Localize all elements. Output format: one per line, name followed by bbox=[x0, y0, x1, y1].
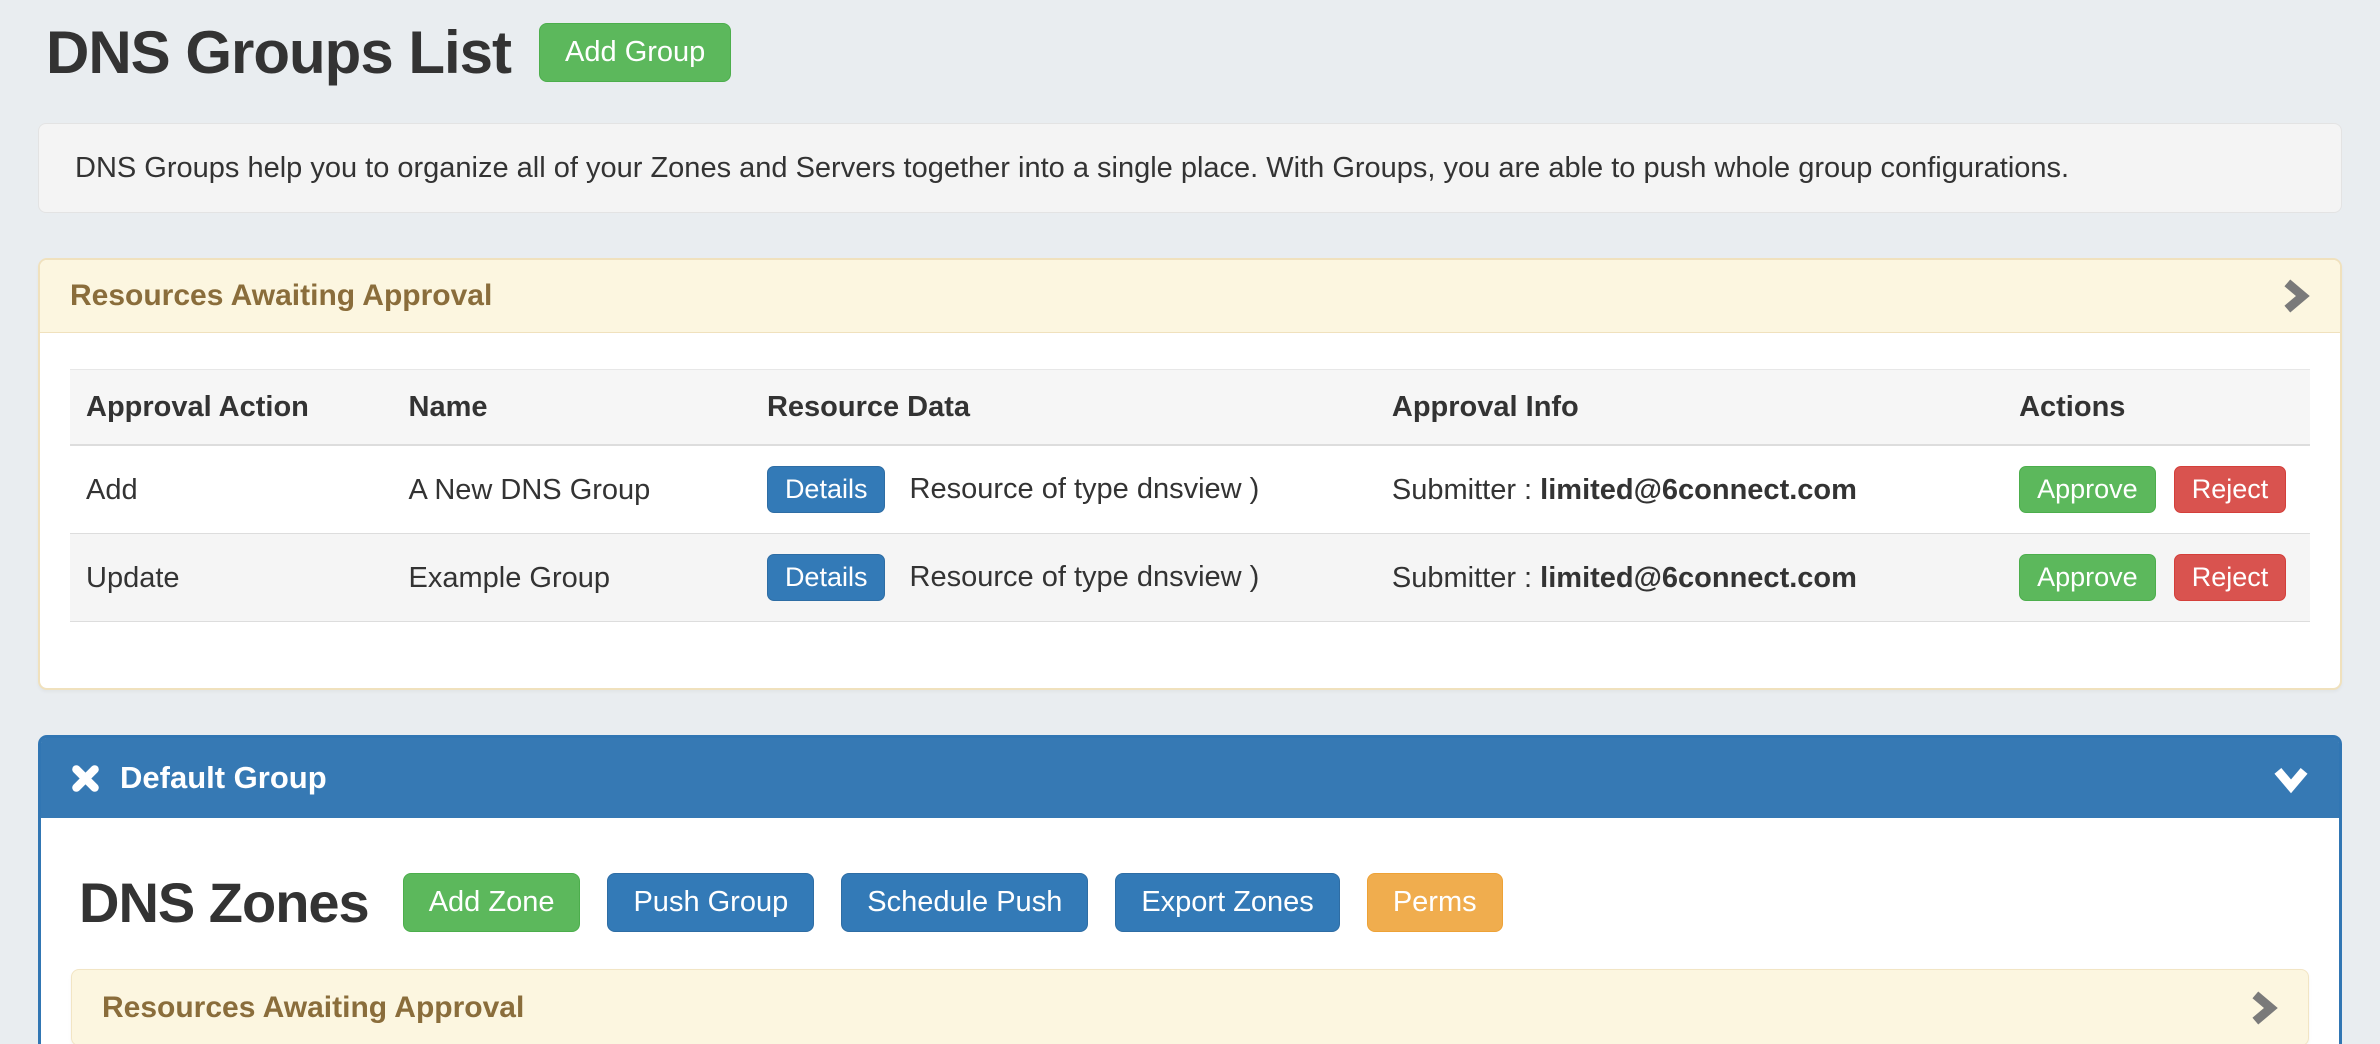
approval-info-cell: Submitter : limited@6connect.com bbox=[1376, 445, 2003, 534]
default-group-panel: Default Group DNS Zones Add Zone Push Gr… bbox=[38, 735, 2342, 1044]
column-header-actions: Actions bbox=[2003, 370, 2310, 446]
add-group-button[interactable]: Add Group bbox=[539, 23, 731, 82]
zones-approval-bar-title: Resources Awaiting Approval bbox=[102, 991, 524, 1024]
column-header-name: Name bbox=[393, 370, 751, 446]
approval-panel-body: Approval Action Name Resource Data Appro… bbox=[40, 333, 2340, 688]
approve-button[interactable]: Approve bbox=[2019, 466, 2156, 513]
submitter-label: Submitter : bbox=[1392, 562, 1532, 594]
table-header-row: Approval Action Name Resource Data Appro… bbox=[70, 370, 2310, 446]
zones-approval-bar[interactable]: Resources Awaiting Approval bbox=[71, 969, 2309, 1044]
chevron-down-icon[interactable] bbox=[2273, 763, 2309, 794]
reject-button[interactable]: Reject bbox=[2174, 466, 2287, 513]
actions-cell: Approve Reject bbox=[2003, 534, 2310, 622]
approval-panel-heading[interactable]: Resources Awaiting Approval bbox=[40, 260, 2340, 333]
approval-action-cell: Add bbox=[70, 445, 393, 534]
column-header-approval-info: Approval Info bbox=[1376, 370, 2003, 446]
approve-button[interactable]: Approve bbox=[2019, 554, 2156, 601]
name-cell: Example Group bbox=[393, 534, 751, 622]
column-header-resource-data: Resource Data bbox=[751, 370, 1376, 446]
description-text: DNS Groups help you to organize all of y… bbox=[75, 152, 2069, 184]
page: DNS Groups List Add Group DNS Groups hel… bbox=[0, 20, 2380, 1044]
chevron-right-icon[interactable] bbox=[2279, 278, 2310, 314]
push-group-button[interactable]: Push Group bbox=[607, 873, 814, 932]
page-header: DNS Groups List Add Group bbox=[46, 20, 2342, 84]
default-group-heading[interactable]: Default Group bbox=[41, 738, 2339, 818]
default-group-body: DNS Zones Add Zone Push Group Schedule P… bbox=[41, 818, 2339, 1044]
resource-data-text: Resource of type dnsview ) bbox=[910, 473, 1260, 505]
approval-panel: Resources Awaiting Approval Approval Act… bbox=[38, 258, 2342, 690]
perms-button[interactable]: Perms bbox=[1367, 873, 1503, 932]
approval-info-cell: Submitter : limited@6connect.com bbox=[1376, 534, 2003, 622]
resource-data-cell: Details Resource of type dnsview ) bbox=[751, 445, 1376, 534]
table-row: Update Example Group Details Resource of… bbox=[70, 534, 2310, 622]
approval-action-cell: Update bbox=[70, 534, 393, 622]
description-well: DNS Groups help you to organize all of y… bbox=[38, 123, 2342, 213]
add-zone-button[interactable]: Add Zone bbox=[403, 873, 581, 932]
name-cell: A New DNS Group bbox=[393, 445, 751, 534]
actions-cell: Approve Reject bbox=[2003, 445, 2310, 534]
approval-panel-title: Resources Awaiting Approval bbox=[70, 279, 492, 312]
submitter-label: Submitter : bbox=[1392, 474, 1532, 506]
dns-zones-toolbar: DNS Zones Add Zone Push Group Schedule P… bbox=[79, 870, 2309, 935]
remove-group-icon[interactable] bbox=[69, 762, 102, 795]
table-row: Add A New DNS Group Details Resource of … bbox=[70, 445, 2310, 534]
chevron-right-icon[interactable] bbox=[2247, 990, 2278, 1026]
page-title: DNS Groups List bbox=[46, 18, 511, 87]
default-group-title: Default Group bbox=[120, 759, 327, 797]
submitter-value: limited@6connect.com bbox=[1540, 562, 1857, 594]
schedule-push-button[interactable]: Schedule Push bbox=[841, 873, 1088, 932]
resource-data-text: Resource of type dnsview ) bbox=[910, 561, 1260, 593]
details-button[interactable]: Details bbox=[767, 466, 886, 513]
reject-button[interactable]: Reject bbox=[2174, 554, 2287, 601]
resource-data-cell: Details Resource of type dnsview ) bbox=[751, 534, 1376, 622]
approvals-table: Approval Action Name Resource Data Appro… bbox=[70, 369, 2310, 622]
export-zones-button[interactable]: Export Zones bbox=[1115, 873, 1339, 932]
details-button[interactable]: Details bbox=[767, 554, 886, 601]
dns-zones-title: DNS Zones bbox=[79, 870, 369, 935]
submitter-value: limited@6connect.com bbox=[1540, 474, 1857, 506]
column-header-approval-action: Approval Action bbox=[70, 370, 393, 446]
